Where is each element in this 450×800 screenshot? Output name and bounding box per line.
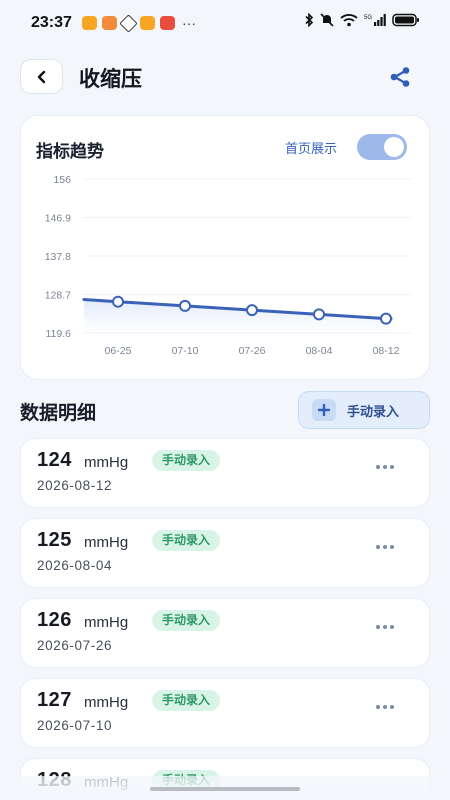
wifi-icon bbox=[340, 14, 358, 27]
record-unit: mmHg bbox=[84, 454, 129, 471]
y-tick-label: 156 bbox=[53, 174, 71, 186]
share-icon bbox=[390, 67, 410, 87]
x-tick-label: 08-12 bbox=[373, 345, 400, 357]
data-point bbox=[380, 312, 392, 325]
mute-icon bbox=[320, 13, 334, 27]
more-icon[interactable] bbox=[376, 625, 394, 629]
svg-text:5G: 5G bbox=[364, 15, 372, 21]
record-source-tag: 手动录入 bbox=[152, 530, 221, 551]
share-button[interactable] bbox=[386, 63, 414, 91]
record-unit: mmHg bbox=[84, 614, 129, 631]
x-tick-label: 08-04 bbox=[306, 345, 333, 357]
record-item[interactable]: 125 mmHg 手动录入 2026-08-04 bbox=[20, 518, 430, 588]
more-icon[interactable] bbox=[376, 545, 394, 549]
x-tick-label: 06-25 bbox=[105, 345, 132, 357]
record-date: 2026-08-12 bbox=[37, 478, 113, 493]
record-value: 125 bbox=[37, 529, 72, 551]
home-display-toggle[interactable] bbox=[357, 134, 407, 160]
manual-entry-button[interactable]: 手动录入 bbox=[298, 391, 430, 429]
bluetooth-icon bbox=[305, 13, 314, 27]
x-tick-label: 07-10 bbox=[172, 345, 199, 357]
toggle-knob bbox=[384, 137, 404, 157]
record-item[interactable]: 124 mmHg 手动录入 2026-08-12 bbox=[20, 438, 430, 508]
record-date: 2026-07-10 bbox=[37, 718, 113, 733]
record-date: 2026-08-04 bbox=[37, 558, 113, 573]
status-bar: 23:37 ··· 5G bbox=[0, 0, 450, 44]
home-display-label: 首页展示 bbox=[285, 141, 338, 156]
more-icon[interactable] bbox=[376, 705, 394, 709]
notification-icons: ··· bbox=[82, 13, 196, 33]
y-tick-label: 119.6 bbox=[46, 328, 72, 340]
home-indicator[interactable] bbox=[150, 787, 300, 791]
record-source-tag: 手动录入 bbox=[152, 610, 221, 631]
chevron-left-icon bbox=[37, 70, 45, 83]
record-date: 2026-07-26 bbox=[37, 638, 113, 653]
record-value: 127 bbox=[37, 689, 72, 711]
record-item[interactable]: 127 mmHg 手动录入 2026-07-10 bbox=[20, 678, 430, 748]
status-time: 23:37 bbox=[31, 14, 72, 31]
details-title: 数据明细 bbox=[20, 403, 97, 424]
plus-icon bbox=[312, 399, 336, 421]
y-tick-label: 146.9 bbox=[45, 213, 71, 225]
data-point bbox=[112, 295, 124, 308]
record-source-tag: 手动录入 bbox=[152, 450, 221, 471]
x-tick-label: 07-26 bbox=[239, 345, 266, 357]
record-unit: mmHg bbox=[84, 694, 129, 711]
record-value: 124 bbox=[37, 449, 72, 471]
data-point bbox=[313, 308, 325, 321]
record-value: 126 bbox=[37, 609, 72, 631]
page-title: 收缩压 bbox=[79, 68, 142, 91]
y-tick-label: 137.8 bbox=[45, 251, 71, 263]
app-notification-icon bbox=[160, 16, 175, 30]
signal-icon: 5G bbox=[364, 14, 386, 26]
system-icons: 5G bbox=[304, 13, 420, 27]
app-notification-icon bbox=[102, 16, 117, 30]
record-source-tag: 手动录入 bbox=[152, 690, 221, 711]
record-item[interactable]: 126 mmHg 手动录入 2026-07-26 bbox=[20, 598, 430, 668]
more-notifications-icon: ··· bbox=[182, 15, 196, 31]
more-icon[interactable] bbox=[376, 465, 394, 469]
back-button[interactable] bbox=[20, 59, 63, 94]
data-point bbox=[179, 299, 191, 312]
y-tick-label: 128.7 bbox=[45, 290, 71, 302]
app-notification-icon bbox=[140, 16, 155, 30]
record-unit: mmHg bbox=[84, 534, 129, 551]
battery-icon bbox=[392, 13, 419, 27]
app-notification-icon bbox=[82, 16, 97, 30]
trend-title: 指标趋势 bbox=[36, 142, 104, 161]
app-notification-icon bbox=[119, 13, 138, 33]
manual-entry-label: 手动录入 bbox=[347, 403, 400, 419]
trend-card: 156 146.9 137.8 128.7 119.6 06-25 07-10 07-26 08… bbox=[20, 115, 430, 380]
data-point bbox=[246, 304, 258, 317]
